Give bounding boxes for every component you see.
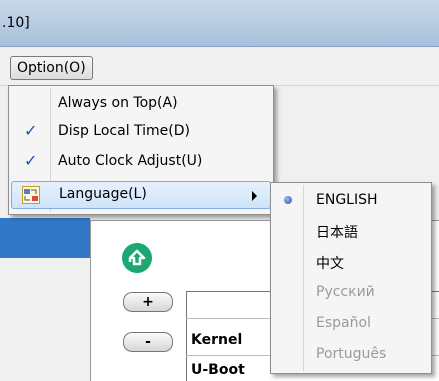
- window-titlebar: .10]: [0, 0, 439, 47]
- language-item-russian: Русский: [273, 278, 429, 308]
- language-item-chinese[interactable]: 中文: [273, 247, 429, 277]
- upload-icon[interactable]: [121, 242, 153, 274]
- language-item-japanese[interactable]: 日本語: [273, 216, 429, 246]
- check-icon: ✓: [24, 151, 38, 170]
- language-label: 中文: [316, 256, 344, 272]
- menu-item-disp-local-time[interactable]: ✓ Disp Local Time(D): [11, 118, 271, 146]
- language-item-spanish: Español: [273, 309, 429, 339]
- menu-item-label: Language(L): [59, 186, 147, 202]
- language-icon: [22, 186, 40, 204]
- menu-item-auto-clock-adjust[interactable]: ✓ Auto Clock Adjust(U): [11, 148, 271, 176]
- language-item-portuguese: Português: [273, 340, 429, 370]
- language-label: ENGLISH: [316, 192, 378, 208]
- language-label: Русский: [316, 284, 375, 300]
- selected-list-row[interactable]: [0, 218, 90, 258]
- window-title: .10]: [2, 15, 30, 31]
- menu-item-label: Always on Top(A): [58, 95, 178, 111]
- zoom-out-button[interactable]: -: [123, 332, 173, 352]
- menu-item-language[interactable]: Language(L): [11, 181, 271, 209]
- check-icon: ✓: [24, 121, 38, 140]
- language-label: Português: [316, 346, 387, 362]
- table-row-label: Kernel: [191, 332, 243, 348]
- zoom-in-button[interactable]: +: [123, 292, 173, 312]
- language-submenu: ENGLISH 日本語 中文 Русский Español Português: [270, 182, 432, 374]
- menu-item-label: Auto Clock Adjust(U): [58, 153, 203, 169]
- language-item-english[interactable]: ENGLISH: [273, 186, 429, 216]
- language-label: 日本語: [316, 225, 358, 241]
- menu-item-label: Disp Local Time(D): [58, 123, 191, 139]
- menu-option[interactable]: Option(O): [10, 56, 93, 80]
- option-menu: Always on Top(A) ✓ Disp Local Time(D) ✓ …: [8, 85, 274, 215]
- menu-item-always-on-top[interactable]: Always on Top(A): [11, 90, 271, 118]
- submenu-arrow-icon: [252, 191, 257, 201]
- radio-selected-icon: [284, 196, 292, 204]
- language-label: Español: [316, 315, 371, 331]
- menu-bar: Option(O): [0, 47, 439, 86]
- table-row-label: U-Boot: [191, 362, 245, 378]
